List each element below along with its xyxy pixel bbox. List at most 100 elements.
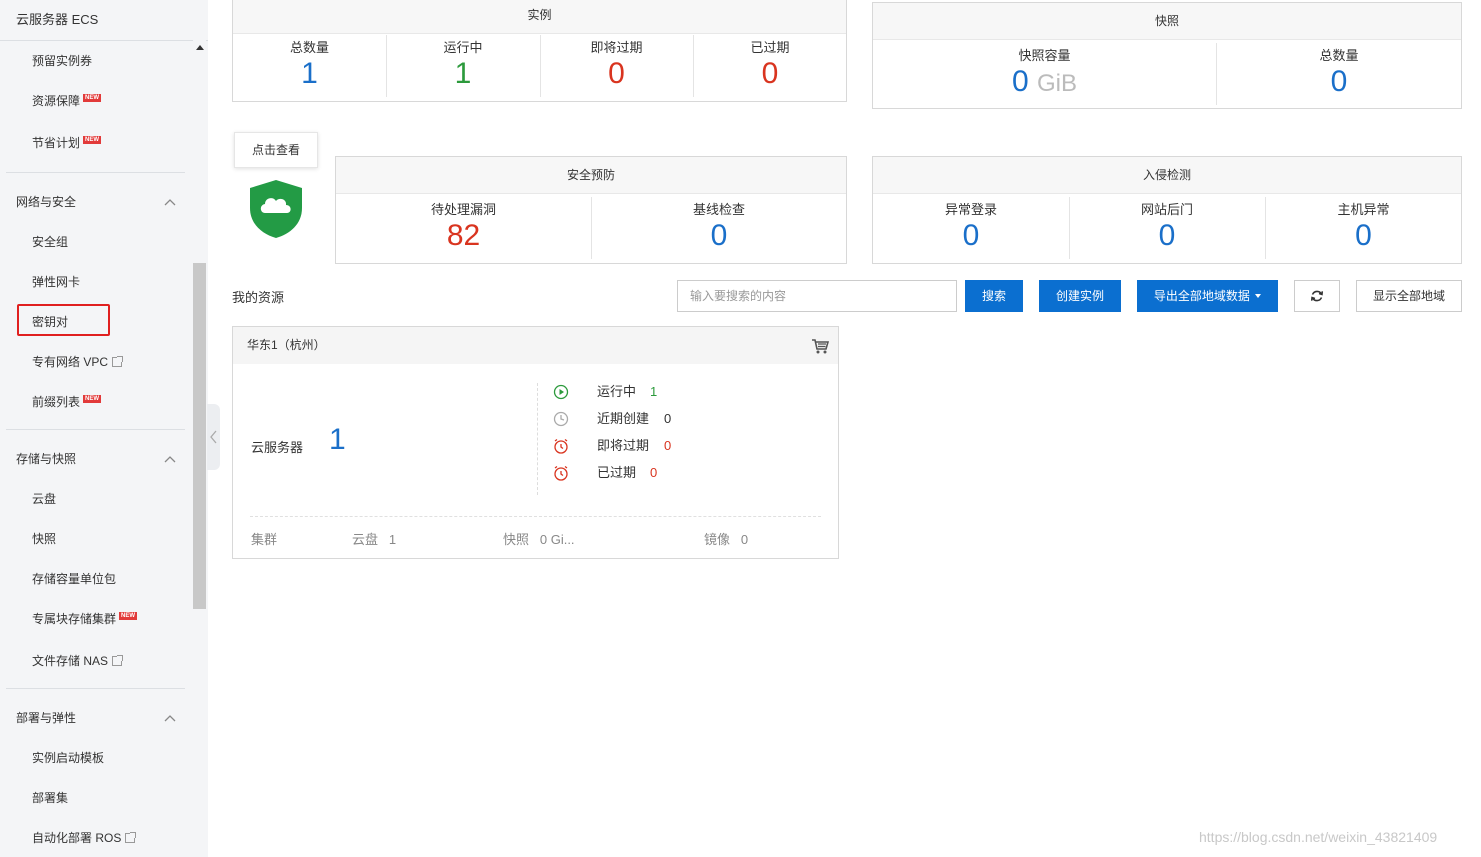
snapshot-capacity-unit: GiB <box>1037 70 1078 97</box>
clock-icon <box>553 411 569 427</box>
sidebar-collapse-toggle[interactable] <box>207 404 220 470</box>
sidebar-group-storage-snapshot[interactable]: 存储与快照 <box>16 449 76 469</box>
pending-vulnerabilities[interactable]: 待处理漏洞 82 <box>336 199 591 254</box>
baseline-check[interactable]: 基线检查 0 <box>591 199 847 254</box>
snapshot-total[interactable]: 总数量 0 <box>1216 45 1462 100</box>
intrusion-detection-panel: 入侵检测 异常登录 0 网站后门 0 主机异常 0 <box>872 156 1462 264</box>
snapshot-total-value: 0 <box>1330 65 1348 98</box>
sidebar-title: 云服务器 ECS <box>16 12 99 27</box>
search-button[interactable]: 搜索 <box>965 280 1023 312</box>
sidebar-item-disk[interactable]: 云盘 <box>32 489 56 509</box>
instances-total-value: 1 <box>301 57 318 90</box>
sidebar-item-resource-guarantee[interactable]: 资源保障 NEW <box>32 91 102 111</box>
sidebar-item-snapshot[interactable]: 快照 <box>32 529 56 549</box>
search-input[interactable]: 输入要搜索的内容 <box>677 280 957 312</box>
host-anomaly-value: 0 <box>1355 219 1372 252</box>
sidebar-group-deployment-elasticity[interactable]: 部署与弹性 <box>16 708 76 728</box>
sidebar-item-vpc[interactable]: 专有网络 VPC <box>32 352 124 372</box>
security-prevention-panel: 安全预防 待处理漏洞 82 基线检查 0 <box>335 156 847 264</box>
sidebar-group-network-security[interactable]: 网络与安全 <box>16 192 76 212</box>
external-link-icon <box>112 655 124 666</box>
new-badge: NEW <box>83 94 102 102</box>
snapshots-panel: 快照 快照容量 0 GiB 总数量 0 <box>872 2 1462 109</box>
region-card[interactable]: 华东1（杭州） 云服务器 1 运行中 1 近期创建 0 即将过期 0 已过期 0… <box>232 326 839 559</box>
show-all-regions-button[interactable]: 显示全部地域 <box>1356 280 1462 312</box>
footer-disk-value: 1 <box>388 532 397 547</box>
sidebar-item-label: 自动化部署 ROS <box>32 831 122 845</box>
sidebar-item-label: 专属块存储集群 <box>32 612 117 626</box>
footer-image[interactable]: 镜像 0 <box>704 529 748 548</box>
export-all-regions-button[interactable]: 导出全部地域数据 <box>1137 280 1278 312</box>
webshell[interactable]: 网站后门 0 <box>1069 199 1265 254</box>
sidebar-item-label: 弹性网卡 <box>32 275 81 289</box>
abnormal-login[interactable]: 异常登录 0 <box>873 199 1069 254</box>
sidebar-item-label: 节省计划 <box>32 136 81 150</box>
pending-vulnerabilities-label: 待处理漏洞 <box>430 202 496 217</box>
scroll-up-arrow-icon[interactable] <box>196 45 204 50</box>
stat-expiring-value: 0 <box>664 438 672 453</box>
stat-recently-created-label: 近期创建 <box>597 411 650 426</box>
sidebar-item-eni[interactable]: 弹性网卡 <box>32 272 80 292</box>
sidebar-item-deployment-set[interactable]: 部署集 <box>32 788 68 808</box>
tooltip: 点击查看 <box>234 132 318 168</box>
sidebar-item-prefix-list[interactable]: 前缀列表 NEW <box>32 392 102 412</box>
instances-expiring-label[interactable]: 即将过期 <box>540 37 693 56</box>
security-shield-icon[interactable] <box>247 178 305 240</box>
footer-disk[interactable]: 云盘 1 <box>352 529 396 548</box>
snapshot-capacity[interactable]: 快照容量 0 GiB <box>873 45 1216 102</box>
instances-panel: 实例 总数量 1 运行中 1 即将过期 0 已过期 0 <box>232 0 847 102</box>
sidebar-item-storage-capacity-unit[interactable]: 存储容量单位包 <box>32 569 116 589</box>
sidebar-item-label: 资源保障 <box>32 94 81 108</box>
snapshots-panel-title: 快照 <box>873 3 1461 40</box>
export-button-label: 导出全部地域数据 <box>1153 289 1250 303</box>
chevron-left-icon <box>210 430 217 444</box>
snapshot-total-label: 总数量 <box>1319 48 1359 63</box>
abnormal-login-label: 异常登录 <box>944 202 997 217</box>
chevron-up-icon[interactable] <box>163 195 177 209</box>
instances-total[interactable]: 总数量 1 <box>233 37 386 92</box>
footer-disk-label: 云盘 <box>352 532 379 547</box>
instances-total-label: 总数量 <box>289 40 329 55</box>
sidebar-item-ros[interactable]: 自动化部署 ROS <box>32 828 137 848</box>
instances-expired[interactable]: 已过期 0 <box>693 37 847 92</box>
server-count[interactable]: 1 <box>329 423 346 457</box>
refresh-button[interactable] <box>1294 280 1340 312</box>
baseline-check-label: 基线检查 <box>692 202 745 217</box>
footer-snapshot[interactable]: 快照 0 Gi... <box>503 529 575 548</box>
instances-running[interactable]: 运行中 1 <box>386 37 540 92</box>
alarm-clock-icon <box>554 465 568 481</box>
chevron-up-icon[interactable] <box>163 452 177 466</box>
external-link-icon <box>112 356 124 367</box>
new-badge: NEW <box>119 612 138 620</box>
footer-snapshot-label: 快照 <box>503 532 530 547</box>
new-badge: NEW <box>83 136 102 144</box>
sidebar-scroll-thumb[interactable] <box>193 263 206 609</box>
sidebar-item-dedicated-block-storage[interactable]: 专属块存储集群 NEW <box>32 609 138 629</box>
footer-cluster[interactable]: 集群 <box>251 529 277 548</box>
sidebar-item-label: 专有网络 VPC <box>32 355 109 369</box>
intrusion-panel-title: 入侵检测 <box>873 157 1461 194</box>
sidebar-item-label: 云盘 <box>32 492 57 506</box>
sidebar-item-security-group[interactable]: 安全组 <box>32 232 68 252</box>
sidebar-item-reserved-instances[interactable]: 预留实例券 <box>32 51 92 71</box>
footer-image-label: 镜像 <box>704 532 731 547</box>
server-label: 云服务器 <box>251 440 304 455</box>
snapshot-capacity-label: 快照容量 <box>1018 48 1071 63</box>
sidebar-item-savings-plan[interactable]: 节省计划 NEW <box>32 133 102 153</box>
chevron-up-icon[interactable] <box>163 711 177 725</box>
sidebar: 云服务器 ECS 预留实例券 资源保障 NEW 节省计划 NEW 网络与安全 安全组… <box>0 0 208 857</box>
instances-expiring[interactable]: 即将过期 0 <box>540 37 693 92</box>
sidebar-item-nas[interactable]: 文件存储 NAS <box>32 651 124 671</box>
host-anomaly[interactable]: 主机异常 0 <box>1265 199 1462 254</box>
sidebar-item-label: 前缀列表 <box>32 395 81 409</box>
create-instance-button[interactable]: 创建实例 <box>1039 280 1121 312</box>
alarm-clock-icon <box>554 438 568 454</box>
sidebar-divider <box>6 688 185 689</box>
pending-vulnerabilities-value: 82 <box>446 219 481 252</box>
instances-running-label: 运行中 <box>443 40 483 55</box>
sidebar-item-label: 部署集 <box>32 791 69 805</box>
sidebar-item-launch-template[interactable]: 实例启动模板 <box>32 748 104 768</box>
divider <box>250 516 821 517</box>
instances-expired-label[interactable]: 已过期 <box>693 37 847 56</box>
shopping-cart-icon[interactable] <box>811 338 829 354</box>
